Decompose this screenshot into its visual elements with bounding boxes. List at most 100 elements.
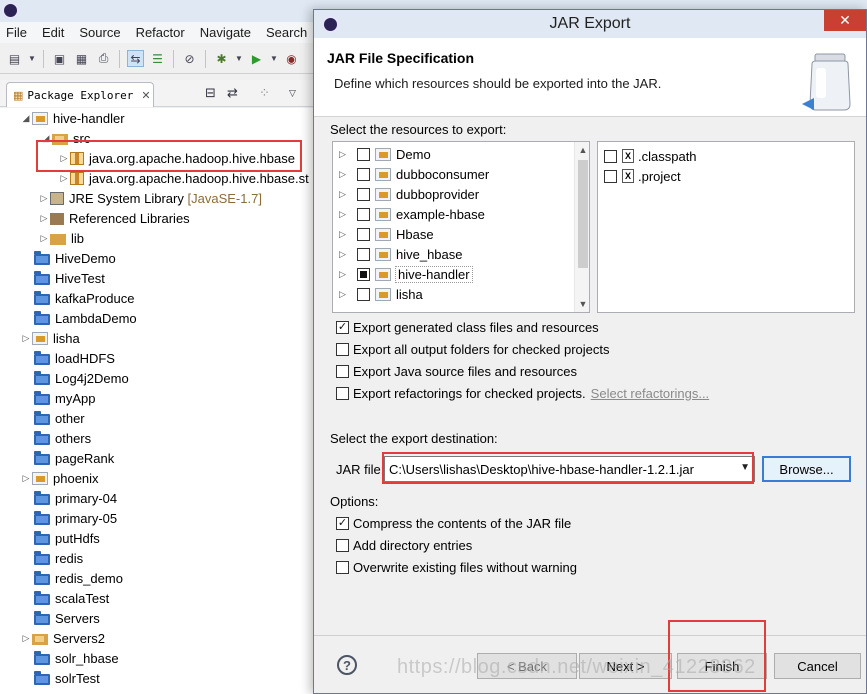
new-icon[interactable]: ▤ [6,50,23,67]
tree-item-referenced-libraries[interactable]: ▷ Referenced Libraries [38,208,190,228]
tree-item-project[interactable]: others [22,428,91,448]
tree-item-project[interactable]: other [22,408,85,428]
file-checkbox[interactable] [604,169,617,183]
tree-item-project[interactable]: solr_hbase [22,648,119,668]
tree-item-src[interactable]: ◢ src [40,128,91,148]
export-output-folders-checkbox[interactable] [336,342,349,356]
directory-entries-checkbox[interactable] [336,538,349,552]
resource-checkbox[interactable] [357,147,370,161]
tree-item-hive-handler[interactable]: ◢ hive-handler [20,108,125,128]
browse-button[interactable]: Browse... [762,456,851,482]
resource-item[interactable]: ▷ Hbase [339,224,434,244]
tree-item-project[interactable]: ▷ phoenix [20,468,99,488]
tree-item-project[interactable]: redis_demo [22,568,123,588]
finish-button[interactable]: Finish [677,653,767,679]
file-checkbox[interactable] [604,149,617,163]
run-icon[interactable]: ▶ [248,50,265,67]
collapsed-arrow-icon[interactable]: ▷ [58,153,70,164]
collapsed-arrow-icon[interactable]: ▷ [339,189,351,200]
next-button[interactable]: Next > [579,653,672,679]
export-class-files-checkbox[interactable] [336,320,349,334]
directory-entries-option[interactable]: Add directory entries [336,535,472,555]
collapsed-arrow-icon[interactable]: ▷ [339,249,351,260]
tree-item-project[interactable]: loadHDFS [22,348,115,368]
export-output-folders-option[interactable]: Export all output folders for checked pr… [336,339,610,359]
close-tab-icon[interactable]: ✕ [141,89,150,102]
resource-checkbox[interactable] [357,207,370,221]
view-menu-icon[interactable]: ▽ [289,88,296,99]
menu-refactor[interactable]: Refactor [136,25,185,40]
tree-item-project[interactable]: putHdfs [22,528,100,548]
link-editor-icon[interactable]: ⇆ [127,50,144,67]
scroll-up-icon[interactable]: ▲ [575,142,589,158]
scrollbar-thumb[interactable] [578,160,588,268]
save-all-icon[interactable]: ▦ [73,50,90,67]
task-list-icon[interactable]: ☰ [149,50,166,67]
link-with-editor-icon[interactable]: ⇄ [227,85,238,101]
collapsed-arrow-icon[interactable]: ▷ [339,289,351,300]
tree-item-project[interactable]: HiveTest [22,268,105,288]
collapsed-arrow-icon[interactable]: ▷ [38,213,50,224]
tree-item-project[interactable]: primary-05 [22,508,117,528]
skip-breakpoints-icon[interactable]: ⊘ [181,50,198,67]
resource-item[interactable]: ▷ lisha [339,284,423,304]
collapsed-arrow-icon[interactable]: ▷ [339,209,351,220]
debug-icon[interactable]: ✱ [213,50,230,67]
export-refactorings-checkbox[interactable] [336,386,349,400]
resource-item[interactable]: ▷ hive-handler [339,264,473,284]
tree-item-jre-library[interactable]: ▷ JRE System Library [JavaSE-1.7] [38,188,262,208]
file-item[interactable]: X .project [598,166,681,186]
tree-item-project[interactable]: kafkaProduce [22,288,135,308]
menu-edit[interactable]: Edit [42,25,64,40]
tree-item-project[interactable]: LambdaDemo [22,308,137,328]
export-class-files-option[interactable]: Export generated class files and resourc… [336,317,599,337]
tree-item-package-hbase[interactable]: ▷ java.org.apache.hadoop.hive.hbase [58,148,295,168]
resource-item[interactable]: ▷ Demo [339,144,431,164]
tree-item-project[interactable]: Log4j2Demo [22,368,129,388]
menu-file[interactable]: File [6,25,27,40]
tree-item-project[interactable]: primary-04 [22,488,117,508]
resource-item[interactable]: ▷ example-hbase [339,204,485,224]
tree-item-project[interactable]: ▷ lisha [20,328,80,348]
print-icon[interactable]: ⎙ [95,50,112,67]
collapsed-arrow-icon[interactable]: ▷ [20,633,32,644]
collapsed-arrow-icon[interactable]: ▷ [20,333,32,344]
menu-navigate[interactable]: Navigate [200,25,251,40]
external-tools-icon[interactable]: ◉ [283,50,300,67]
export-source-files-checkbox[interactable] [336,364,349,378]
expand-arrow-icon[interactable]: ◢ [40,133,52,144]
view-filter-icon[interactable]: ⁘ [259,85,270,101]
close-button[interactable]: ✕ [824,10,866,31]
overwrite-checkbox[interactable] [336,560,349,574]
tree-item-package-hbase-st[interactable]: ▷ java.org.apache.hadoop.hive.hbase.st [58,168,309,188]
jar-file-input[interactable]: C:\Users\lishas\Desktop\hive-hbase-handl… [384,456,755,482]
compress-checkbox[interactable] [336,516,349,530]
tree-item-project[interactable]: redis [22,548,83,568]
menu-search[interactable]: Search [266,25,307,40]
resource-checkbox[interactable] [357,287,370,301]
select-refactorings-link[interactable]: Select refactorings... [591,386,710,401]
collapsed-arrow-icon[interactable]: ▷ [339,149,351,160]
resource-checkbox[interactable] [357,187,370,201]
dropdown-arrow-icon[interactable]: ▼ [235,50,243,67]
export-refactorings-option[interactable]: Export refactorings for checked projects… [336,383,709,403]
collapsed-arrow-icon[interactable]: ▷ [339,269,351,280]
tree-item-project[interactable]: pageRank [22,448,114,468]
tree-item-project[interactable]: HiveDemo [22,248,116,268]
overwrite-option[interactable]: Overwrite existing files without warning [336,557,577,577]
dropdown-arrow-icon[interactable]: ▼ [28,50,36,67]
scroll-down-icon[interactable]: ▼ [575,296,589,312]
collapsed-arrow-icon[interactable]: ▷ [339,229,351,240]
tab-package-explorer[interactable]: ▦ Package Explorer ✕ [6,82,154,107]
resource-tree-scrollbar[interactable]: ▲ ▼ [574,142,589,312]
resource-checkbox-partial[interactable] [357,267,370,281]
collapsed-arrow-icon[interactable]: ▷ [38,193,50,204]
resource-checkbox[interactable] [357,247,370,261]
dropdown-arrow-icon[interactable]: ▼ [270,50,278,67]
tree-item-project[interactable]: solrTest [22,668,100,688]
cancel-button[interactable]: Cancel [774,653,861,679]
save-icon[interactable]: ▣ [51,50,68,67]
tree-item-project[interactable]: scalaTest [22,588,109,608]
tree-item-lib[interactable]: ▷ lib [38,228,84,248]
back-button[interactable]: < Back [477,653,577,679]
